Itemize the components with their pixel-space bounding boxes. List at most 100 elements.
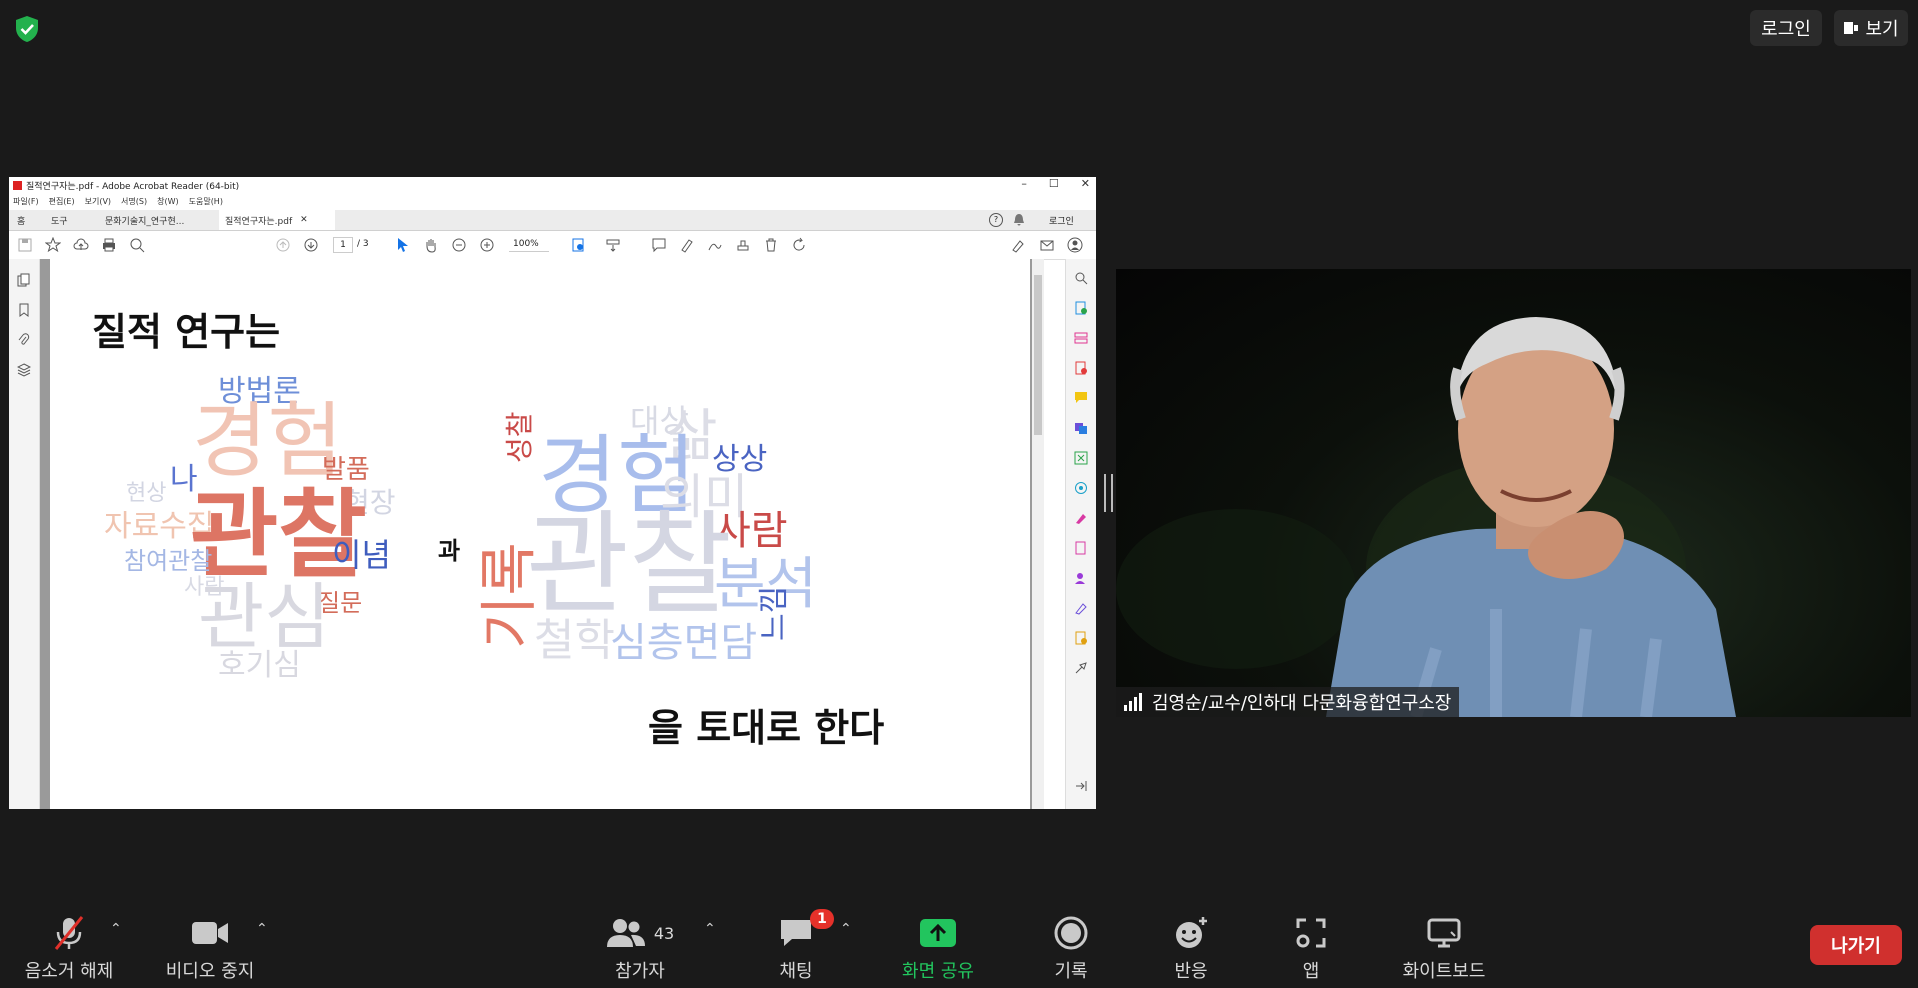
share-screen-button[interactable]: 화면 공유: [896, 915, 980, 983]
fill-sign-tool-icon[interactable]: [1074, 511, 1088, 525]
leave-label: 나가기: [1831, 936, 1881, 957]
view-label: 보기: [1865, 19, 1899, 40]
share-screen-icon: [920, 919, 956, 947]
mail-icon[interactable]: [1039, 237, 1055, 253]
comment-tool-icon[interactable]: [1074, 391, 1088, 405]
protect-icon[interactable]: [1074, 541, 1088, 555]
maximize-icon[interactable]: ☐: [1049, 177, 1059, 190]
audio-options-caret-icon[interactable]: ⌃: [110, 921, 122, 937]
cloud-upload-icon[interactable]: [73, 237, 89, 253]
video-options-caret-icon[interactable]: ⌃: [256, 921, 268, 937]
unmute-label: 음소거 해제: [24, 961, 114, 982]
page-up-icon[interactable]: [275, 237, 291, 253]
page-display-icon[interactable]: [571, 237, 587, 253]
acrobat-login-link[interactable]: 로그인: [1049, 214, 1074, 227]
trash-icon[interactable]: [763, 237, 779, 253]
tab-tools-label: 도구: [51, 216, 68, 227]
page-thumbnails-icon[interactable]: [17, 273, 31, 287]
scroll-thumb[interactable]: [1034, 275, 1042, 435]
cloud1-word: 이념: [332, 536, 391, 574]
view-button[interactable]: 보기: [1834, 10, 1908, 46]
hand-tool-icon[interactable]: [423, 237, 439, 253]
shield-check-icon[interactable]: [12, 14, 42, 44]
collapse-right-panel-icon[interactable]: [1074, 779, 1088, 793]
close-icon[interactable]: ✕: [1081, 177, 1090, 190]
participants-icon: [606, 919, 645, 947]
participants-button[interactable]: 43 참가자: [600, 915, 680, 983]
microphone-muted-icon: [54, 916, 84, 950]
reactions-label: 반응: [1174, 961, 1208, 982]
zoom-search-icon[interactable]: [129, 237, 145, 253]
cloud2-word: 관찰: [526, 500, 733, 630]
save-icon[interactable]: [17, 237, 33, 253]
stop-video-button[interactable]: 비디오 중지: [160, 915, 260, 983]
tab-close-icon[interactable]: ✕: [300, 215, 308, 225]
page-down-icon[interactable]: [303, 237, 319, 253]
minimize-icon[interactable]: –: [1021, 177, 1027, 190]
help-icon[interactable]: ?: [989, 213, 1003, 227]
zoom-level-dropdown[interactable]: 100%: [509, 237, 549, 252]
tab-document-2[interactable]: 질적연구자는.pdf ✕: [219, 210, 335, 230]
bookmark-icon[interactable]: [17, 303, 31, 317]
slide-footer: 을 토대로 한다: [648, 706, 885, 750]
menu-edit[interactable]: 편집(E): [49, 196, 75, 207]
leave-meeting-button[interactable]: 나가기: [1810, 925, 1902, 965]
highlight-pen-icon[interactable]: [679, 237, 695, 253]
scroll-mode-icon[interactable]: [605, 237, 621, 253]
excel-export-icon[interactable]: [1074, 451, 1088, 465]
whiteboard-button[interactable]: 화이트보드: [1396, 915, 1492, 983]
record-label: 기록: [1054, 961, 1088, 982]
record-button[interactable]: 기록: [1046, 915, 1096, 983]
share-user-icon[interactable]: [1067, 237, 1083, 253]
cloud1-word: 현상: [126, 481, 167, 506]
stamp-icon[interactable]: [735, 237, 751, 253]
cloud1-word: 경험: [192, 394, 343, 489]
participant-video-tile[interactable]: 김영순/교수/인하대 다문화융합연구소장: [1116, 269, 1911, 717]
edit-pen-icon[interactable]: [1074, 601, 1088, 615]
tab-tools[interactable]: 도구: [45, 210, 74, 230]
layers-icon[interactable]: [17, 363, 31, 377]
request-signature-icon[interactable]: [1074, 571, 1088, 585]
vertical-scrollbar[interactable]: [1032, 259, 1044, 809]
fill-sign-icon[interactable]: [1011, 237, 1027, 253]
menu-help[interactable]: 도움말(H): [189, 196, 223, 207]
tab-home[interactable]: 홈: [11, 210, 31, 230]
menu-window[interactable]: 창(W): [157, 196, 179, 207]
menu-sign[interactable]: 서명(S): [121, 196, 147, 207]
zoom-in-icon[interactable]: [479, 237, 495, 253]
menu-view[interactable]: 보기(V): [85, 196, 111, 207]
select-cursor-icon[interactable]: [395, 237, 411, 253]
print-icon[interactable]: [101, 237, 117, 253]
combine-files-icon[interactable]: [1074, 421, 1088, 435]
participants-options-caret-icon[interactable]: ⌃: [704, 921, 716, 937]
cloud2-word: 느낌: [757, 585, 792, 641]
unmute-button[interactable]: 음소거 해제: [20, 915, 118, 983]
scan-ocr-icon[interactable]: [1074, 481, 1088, 495]
star-icon[interactable]: [45, 237, 61, 253]
zoom-search-icon[interactable]: [1074, 271, 1088, 285]
bell-icon[interactable]: [1013, 213, 1025, 226]
page-number-input[interactable]: 1: [333, 237, 353, 253]
apps-button[interactable]: 앱: [1296, 915, 1326, 983]
send-review-icon[interactable]: [1074, 631, 1088, 645]
menu-file[interactable]: 파일(F): [13, 196, 39, 207]
tab-document-1[interactable]: 문화기술지_연구현...: [99, 210, 211, 230]
chat-options-caret-icon[interactable]: ⌃: [840, 921, 852, 937]
attachment-icon[interactable]: [17, 333, 31, 347]
organize-pages-icon[interactable]: [1074, 331, 1088, 345]
more-tools-icon[interactable]: [1074, 661, 1088, 675]
apps-grid-icon: [1296, 918, 1326, 948]
zoom-out-icon[interactable]: [451, 237, 467, 253]
login-button[interactable]: 로그인: [1750, 10, 1822, 46]
splitter-handle[interactable]: [1104, 474, 1113, 512]
chat-button[interactable]: 1 채팅: [768, 909, 834, 983]
rotate-icon[interactable]: [791, 237, 807, 253]
reactions-button[interactable]: 반응: [1166, 915, 1216, 983]
sign-icon[interactable]: [707, 237, 723, 253]
export-pdf-icon[interactable]: [1074, 301, 1088, 315]
comment-icon[interactable]: [651, 237, 667, 253]
apps-label: 앱: [1302, 961, 1320, 982]
create-pdf-icon[interactable]: [1074, 361, 1088, 375]
chat-label: 채팅: [779, 961, 813, 982]
participants-label: 참가자: [615, 961, 665, 982]
